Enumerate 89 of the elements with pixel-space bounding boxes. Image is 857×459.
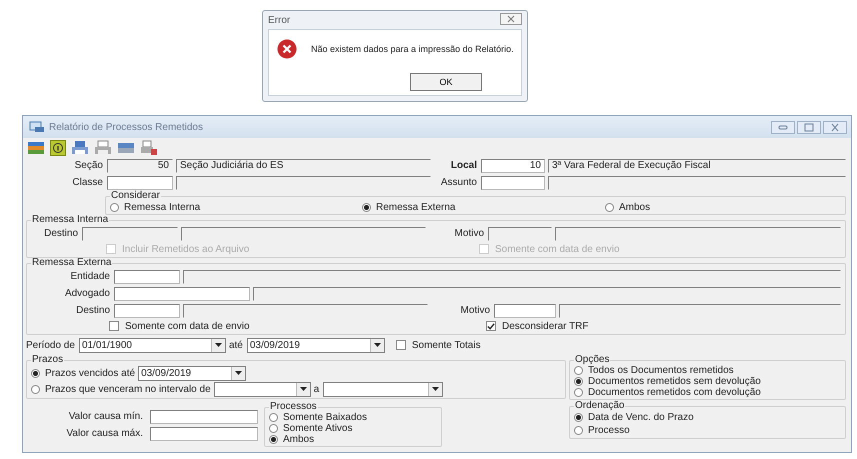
caret-icon xyxy=(300,387,307,391)
option-label: Todos os Documentos remetidos xyxy=(588,365,734,376)
checkbox-option[interactable]: Somente Totais xyxy=(396,340,481,350)
radio-button[interactable] xyxy=(605,203,614,212)
caret-icon xyxy=(432,387,440,391)
radio-button[interactable] xyxy=(574,388,583,397)
field-label: Entidade xyxy=(70,271,111,282)
printer-icon[interactable] xyxy=(94,140,112,156)
date-dropdown[interactable] xyxy=(214,382,311,396)
field-label: Motivo xyxy=(454,228,485,239)
radio-button[interactable] xyxy=(574,377,583,386)
group-title: Remessa Interna xyxy=(31,215,110,225)
option-label: Somente Baixados xyxy=(283,412,367,423)
printer-icon[interactable] xyxy=(71,140,89,156)
option-label: Prazos vencidos até xyxy=(45,368,136,378)
code-field[interactable]: 50 xyxy=(107,158,173,172)
field-label: até xyxy=(228,340,244,350)
books-icon[interactable] xyxy=(27,140,45,156)
field-label: Destino xyxy=(43,228,79,239)
radio-button[interactable] xyxy=(31,384,40,394)
field-label: Classe xyxy=(71,177,104,188)
field-label: Seção xyxy=(74,160,104,171)
code-field[interactable] xyxy=(114,304,180,318)
maximize-icon[interactable] xyxy=(797,120,821,134)
radio-button[interactable] xyxy=(31,368,40,378)
group-title: Opções xyxy=(574,355,610,365)
option-label: Ambos xyxy=(619,202,650,213)
option-label: Data de Venc. do Prazo xyxy=(588,412,694,423)
error-icon xyxy=(277,39,297,59)
field-label: Local xyxy=(450,160,478,171)
value-field[interactable] xyxy=(150,410,258,424)
option-label: Remessa Externa xyxy=(376,202,456,213)
ok-button[interactable]: OK xyxy=(410,73,482,91)
close-icon[interactable] xyxy=(823,120,847,134)
field-label: Motivo xyxy=(460,305,491,316)
option-label: Processo xyxy=(588,425,630,436)
radio-button[interactable] xyxy=(269,413,278,422)
radio-button[interactable] xyxy=(269,435,278,444)
caret-icon xyxy=(235,371,242,375)
option-label: Documentos remetidos sem devolução xyxy=(588,376,761,387)
window-title: Relatório de Processos Remetidos xyxy=(49,122,204,132)
checkbox-option[interactable]: Somente com data de envio xyxy=(109,320,483,332)
checkbox-option[interactable]: Desconsiderar TRF xyxy=(486,320,589,332)
field-label: Advogado xyxy=(64,288,111,299)
caret-icon xyxy=(214,343,222,347)
minimize-icon[interactable] xyxy=(771,120,795,134)
group-title: Ordenação xyxy=(574,401,626,411)
value-field[interactable] xyxy=(150,426,258,440)
field-label: Período de xyxy=(26,340,76,350)
field-label: Valor causa mín. xyxy=(68,411,144,422)
field-label: Destino xyxy=(75,305,111,316)
group-title: Processos xyxy=(269,402,318,412)
radio-button[interactable] xyxy=(574,413,583,422)
code-field[interactable] xyxy=(107,176,173,190)
date-dropdown[interactable]: 03/09/2019 xyxy=(138,366,246,380)
option-label: Remessa Interna xyxy=(124,202,200,213)
printer-icon[interactable] xyxy=(140,140,158,156)
info-icon[interactable] xyxy=(50,140,66,156)
group-title: Considerar xyxy=(110,191,161,201)
group-title: Prazos xyxy=(31,355,64,365)
error-message: Não existem dados para a impressão do Relatório. xyxy=(311,44,514,54)
option-label: Somente Ativos xyxy=(283,423,352,434)
radio-button[interactable] xyxy=(574,366,583,375)
field-label: Valor causa máx. xyxy=(65,428,144,439)
date-dropdown[interactable] xyxy=(323,382,444,396)
option-label: Documentos remetidos com devolução xyxy=(588,387,761,398)
dialog-title: Error xyxy=(268,14,290,26)
option-label: Ambos xyxy=(283,434,314,445)
caret-icon xyxy=(374,343,381,347)
code-field[interactable]: 10 xyxy=(481,158,545,172)
field-label: Assunto xyxy=(440,177,478,188)
close-icon[interactable] xyxy=(500,13,522,25)
code-field[interactable] xyxy=(114,270,180,284)
window-icon xyxy=(29,121,45,133)
radio-button[interactable] xyxy=(362,203,371,212)
date-dropdown[interactable]: 03/09/2019 xyxy=(246,338,385,352)
code-field[interactable] xyxy=(114,286,250,300)
checkmark-icon xyxy=(487,322,495,330)
group-title: Remessa Externa xyxy=(31,258,112,268)
option-label: Prazos que venceram no intervalo de xyxy=(45,384,211,394)
radio-button[interactable] xyxy=(574,426,583,435)
field-label: a xyxy=(314,384,320,394)
radio-button[interactable] xyxy=(110,203,119,212)
name-field: 3ª Vara Federal de Execução Fiscal xyxy=(548,158,846,172)
date-dropdown[interactable]: 01/01/1900 xyxy=(78,338,226,352)
name-field: Seção Judiciária do ES xyxy=(176,158,431,172)
code-field[interactable] xyxy=(494,304,556,318)
radio-button[interactable] xyxy=(269,424,278,433)
code-field[interactable] xyxy=(481,176,545,190)
